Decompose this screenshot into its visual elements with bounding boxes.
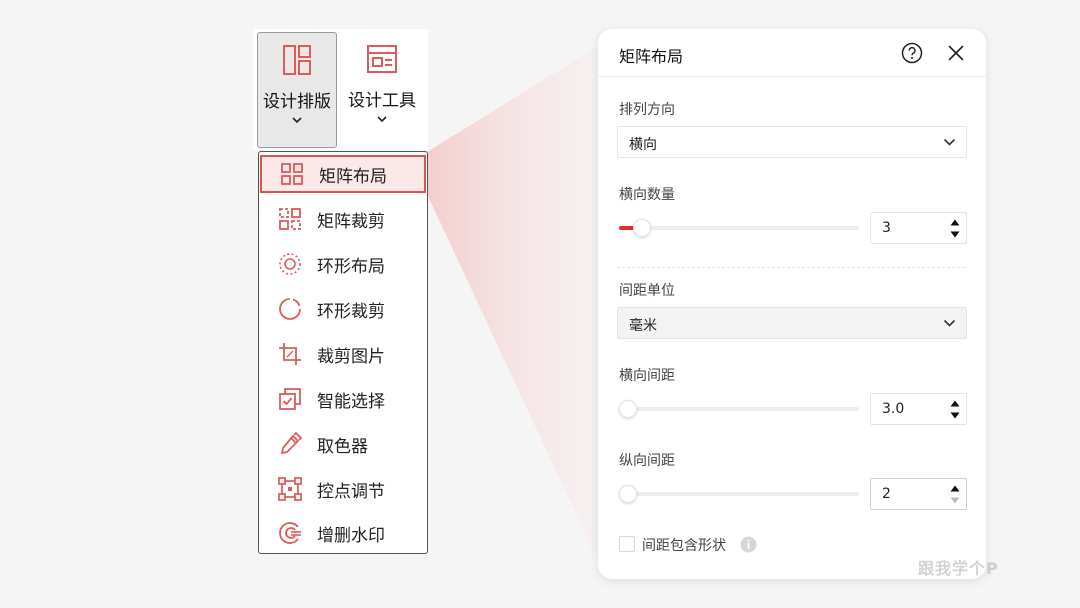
caret-up-icon[interactable] [950,485,960,492]
caret-down-icon[interactable] [950,412,960,419]
menu-item-matrix-crop[interactable]: 矩阵裁剪 [260,200,426,238]
horizontal-spacing-label: 横向间距 [619,368,675,384]
horizontal-count-value: 3 [882,220,891,236]
ring-layout-icon [279,253,301,275]
layout-columns-icon [283,45,311,75]
horizontal-spacing-slider[interactable] [619,399,859,419]
ring-crop-icon [279,298,301,320]
arrangement-label: 排列方向 [619,102,675,118]
eyedropper-icon [281,432,302,454]
vertical-spacing-label: 纵向间距 [619,453,675,469]
menu-item-watermark[interactable]: 增删水印 [260,514,426,552]
slider-thumb[interactable] [619,400,637,418]
matrix-layout-panel: 矩阵布局 排列方向 横向 横向数量 3 间距单位 毫米 横向间距 3.0 纵向间… [598,29,986,579]
slider-track [619,492,859,496]
caret-up-icon[interactable] [950,400,960,407]
include-shape-checkbox[interactable] [619,536,635,552]
horizontal-count-slider[interactable] [619,218,859,238]
include-shape-label: 间距包含形状 [642,538,726,554]
menu-item-label: 环形布局 [317,256,385,277]
menu-item-label: 智能选择 [317,391,385,412]
crop-image-icon [279,343,301,365]
menu-item-ring-crop[interactable]: 环形裁剪 [260,290,426,328]
watermark-icon [279,522,301,544]
design-toolbar: 设计排版 设计工具 [253,29,428,150]
vertical-spacing-value: 2 [882,486,891,502]
slider-thumb[interactable] [619,485,637,503]
menu-item-control-points[interactable]: 控点调节 [260,470,426,508]
menu-item-label: 环形裁剪 [317,301,385,322]
menu-item-eyedropper[interactable]: 取色器 [260,425,426,463]
design-layout-menu: 矩阵布局 矩阵裁剪 环形布局 环形裁剪 裁剪图片 智能选择 取色器 控点调节 增… [258,151,428,554]
menu-item-label: 裁剪图片 [317,346,385,367]
chevron-down-icon [292,117,302,124]
spacing-unit-select[interactable]: 毫米 [617,307,967,339]
design-tools-label: 设计工具 [348,91,416,111]
matrix-grid-icon [281,163,303,185]
menu-item-crop-image[interactable]: 裁剪图片 [260,335,426,373]
menu-item-label: 控点调节 [317,481,385,502]
arrangement-select[interactable]: 横向 [617,126,967,158]
menu-item-label: 增删水印 [317,525,385,546]
arrangement-value: 横向 [629,137,657,153]
chevron-down-icon [377,116,387,123]
menu-item-label: 矩阵布局 [319,166,387,187]
design-layout-button[interactable]: 设计排版 [257,32,337,148]
section-divider [617,267,965,268]
close-icon[interactable] [946,43,966,63]
menu-item-matrix-layout[interactable]: 矩阵布局 [260,155,426,193]
smart-select-icon [279,388,301,410]
design-tools-button[interactable]: 设计工具 [342,32,422,148]
horizontal-count-label: 横向数量 [619,187,675,203]
help-icon[interactable] [901,42,923,64]
caret-down-icon[interactable] [950,497,960,504]
menu-item-label: 矩阵裁剪 [317,211,385,232]
matrix-crop-icon [279,208,301,230]
watermark-text: 跟我学个P [918,559,999,578]
slider-track [619,226,859,230]
menu-item-ring-layout[interactable]: 环形布局 [260,245,426,283]
control-points-icon [278,477,302,501]
slider-track [619,407,859,411]
panel-header: 矩阵布局 [598,29,986,77]
caret-down-icon[interactable] [950,231,960,238]
vertical-spacing-stepper[interactable]: 2 [870,478,967,510]
design-layout-label: 设计排版 [263,92,331,112]
horizontal-count-stepper[interactable]: 3 [870,212,967,244]
layout-panel-icon [367,45,397,73]
chevron-down-icon [943,319,956,327]
panel-title: 矩阵布局 [619,47,684,66]
menu-item-label: 取色器 [317,436,368,457]
caret-up-icon[interactable] [950,219,960,226]
horizontal-spacing-value: 3.0 [882,401,905,417]
spacing-unit-label: 间距单位 [619,283,675,299]
chevron-down-icon [943,138,956,146]
info-icon[interactable] [740,536,757,553]
vertical-spacing-slider[interactable] [619,484,859,504]
spacing-unit-value: 毫米 [629,318,657,334]
horizontal-spacing-stepper[interactable]: 3.0 [870,393,967,425]
menu-item-smart-select[interactable]: 智能选择 [260,380,426,418]
slider-thumb[interactable] [633,219,652,237]
